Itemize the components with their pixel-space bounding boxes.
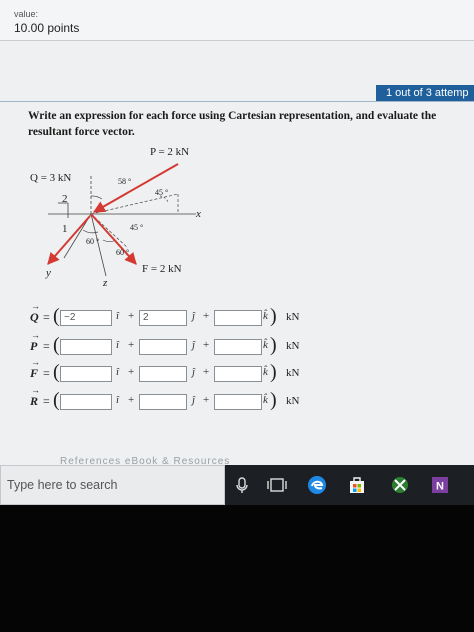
browser-screen: value: 10.00 points 1 out of 3 attemp Wr… xyxy=(0,0,474,465)
equation-row-f: → F =(î + ĵ + k̂) kN xyxy=(30,357,330,384)
k-component-input[interactable] xyxy=(214,339,262,355)
j-unit: ĵ xyxy=(192,366,196,378)
unit-label: kN xyxy=(286,311,300,323)
equation-row-p: → P =(î + ĵ + k̂) kN xyxy=(30,330,330,357)
edge-icon[interactable] xyxy=(305,473,329,497)
vector-arrow-icon: → xyxy=(31,301,40,311)
right-paren: ) xyxy=(270,334,277,356)
j-unit: ĵ xyxy=(192,339,196,351)
plus-sign: + xyxy=(203,310,210,322)
i-component-input[interactable]: −2 xyxy=(60,310,112,326)
ratio-1: 1 xyxy=(62,223,68,235)
equals-sign: = xyxy=(43,394,50,408)
equation-row-q: → Q =(−2 î +2 ĵ + k̂) kN xyxy=(30,301,330,328)
j-unit: ĵ xyxy=(192,394,196,406)
j-unit: ĵ xyxy=(192,310,196,322)
unit-label: kN xyxy=(286,395,300,407)
angle-45-lower: 45 ° xyxy=(130,223,143,232)
microphone-icon[interactable] xyxy=(230,473,254,497)
store-icon[interactable] xyxy=(345,473,369,497)
unit-label: kN xyxy=(286,340,300,352)
left-paren: ( xyxy=(53,361,60,383)
left-paren: ( xyxy=(53,305,60,327)
plus-sign: + xyxy=(128,366,135,378)
points-header: value: 10.00 points xyxy=(0,0,474,41)
unit-label: kN xyxy=(286,367,300,379)
vector-letter: P xyxy=(30,339,38,353)
right-paren: ) xyxy=(270,305,277,327)
attempt-badge: 1 out of 3 attemp xyxy=(376,85,474,102)
label-p: P = 2 kN xyxy=(150,146,189,158)
j-component-input[interactable] xyxy=(139,366,187,382)
attempt-divider xyxy=(0,101,474,102)
vector-symbol: → F xyxy=(30,357,42,381)
references-bar[interactable]: References eBook & Resources xyxy=(60,456,230,465)
i-unit: î xyxy=(116,394,120,406)
vector-symbol: → R xyxy=(30,385,42,409)
vector-letter: R xyxy=(30,394,39,408)
k-component-input[interactable] xyxy=(214,310,262,326)
left-paren: ( xyxy=(53,389,60,411)
vector-symbol: → Q xyxy=(30,301,42,325)
axis-x-label: x xyxy=(195,208,201,220)
plus-sign: + xyxy=(203,339,210,351)
vector-arrow-icon: → xyxy=(31,357,40,367)
axis-z-label: z xyxy=(102,277,108,288)
j-component-input[interactable]: 2 xyxy=(139,310,187,326)
xbox-icon[interactable] xyxy=(388,473,412,497)
plus-sign: + xyxy=(128,339,135,351)
task-view-icon[interactable] xyxy=(265,473,289,497)
left-paren: ( xyxy=(53,334,60,356)
taskbar-search-placeholder: Type here to search xyxy=(7,478,118,492)
right-paren: ) xyxy=(270,361,277,383)
label-q: Q = 3 kN xyxy=(30,172,71,184)
question-text: Write an expression for each force using… xyxy=(28,110,437,138)
plus-sign: + xyxy=(203,394,210,406)
k-component-input[interactable] xyxy=(214,394,262,410)
taskbar-search-box[interactable]: Type here to search xyxy=(0,465,225,505)
equals-sign: = xyxy=(43,339,50,353)
k-unit: k̂ xyxy=(263,394,268,406)
force-diagram: P = 2 kN Q = 3 kN F = 2 kN 58 ° 45 ° 45 … xyxy=(30,146,201,288)
equals-sign: = xyxy=(43,310,50,324)
vector-arrow-icon: → xyxy=(31,330,40,340)
value-label: value: xyxy=(14,9,39,19)
i-unit: î xyxy=(116,310,120,322)
vector-letter: Q xyxy=(30,310,39,324)
angle-45-upper: 45 ° xyxy=(155,188,168,197)
j-component-input[interactable] xyxy=(139,394,187,410)
angle-60-left: 60 ° xyxy=(86,237,99,246)
angle-60-right: 60 ° xyxy=(116,248,129,257)
right-paren: ) xyxy=(270,389,277,411)
i-unit: î xyxy=(116,339,120,351)
windows-taskbar: Type here to search N xyxy=(0,465,474,505)
j-component-input[interactable] xyxy=(139,339,187,355)
label-f: F = 2 kN xyxy=(142,263,182,275)
plus-sign: + xyxy=(128,394,135,406)
force-q-arrow xyxy=(47,215,91,265)
angle-58: 58 ° xyxy=(118,177,131,186)
i-unit: î xyxy=(116,366,120,378)
k-unit: k̂ xyxy=(263,366,268,378)
svg-text:N: N xyxy=(436,481,444,493)
plus-sign: + xyxy=(128,310,135,322)
k-unit: k̂ xyxy=(263,310,268,322)
vector-symbol: → P xyxy=(30,330,42,354)
axis-y-label: y xyxy=(45,267,51,279)
equals-sign: = xyxy=(43,366,50,380)
vector-letter: F xyxy=(30,366,39,380)
equation-row-r: → R =(î + ĵ + k̂) kN xyxy=(30,385,330,412)
vector-arrow-icon: → xyxy=(31,385,40,395)
i-component-input[interactable] xyxy=(60,366,112,382)
plus-sign: + xyxy=(203,366,210,378)
ratio-2: 2 xyxy=(62,193,68,205)
i-component-input[interactable] xyxy=(60,339,112,355)
onenote-icon[interactable]: N xyxy=(428,473,452,497)
i-component-input[interactable] xyxy=(60,394,112,410)
k-component-input[interactable] xyxy=(214,366,262,382)
points-value: 10.00 points xyxy=(14,21,80,35)
k-unit: k̂ xyxy=(263,339,268,351)
